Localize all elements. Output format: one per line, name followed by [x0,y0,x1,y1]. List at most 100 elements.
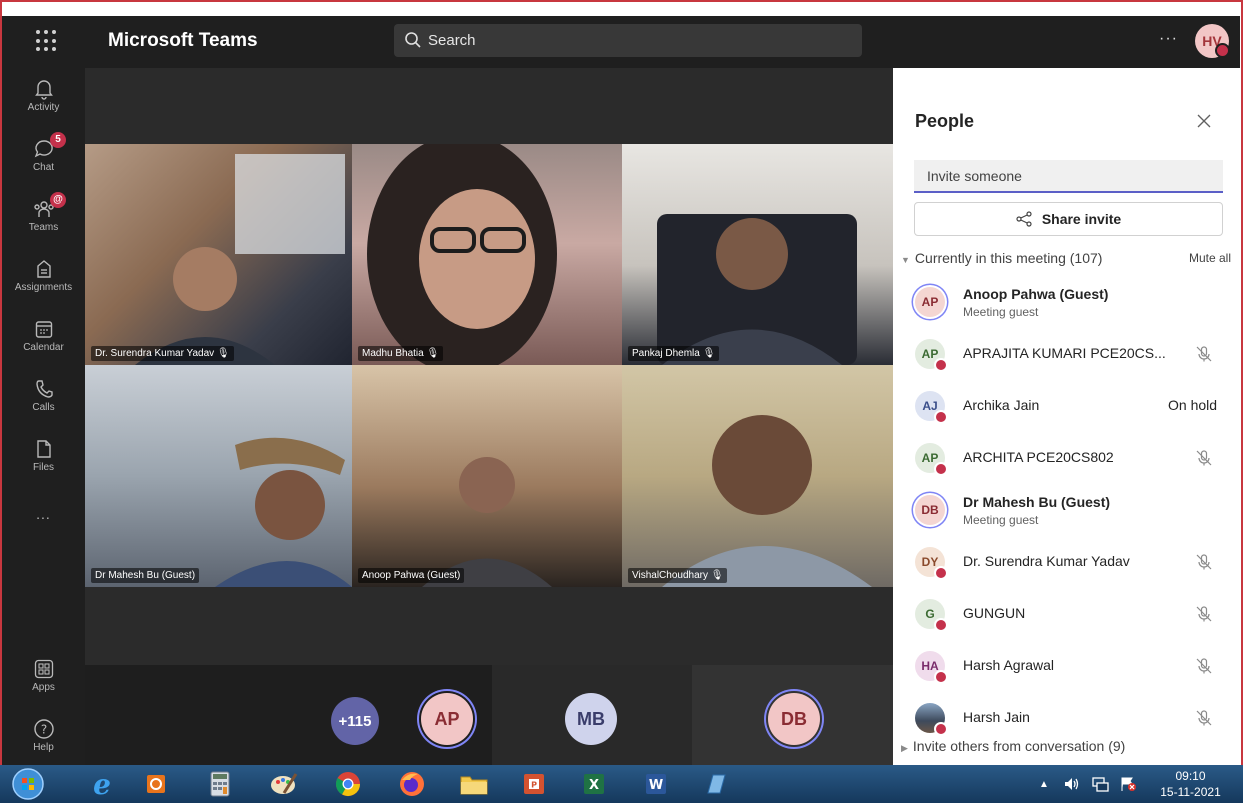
participant-name-label: Anoop Pahwa (Guest) [358,568,465,583]
participant-row[interactable]: AP APRAJITA KUMARI PCE20CS... [893,328,1240,380]
apps-icon [34,659,53,679]
chrome-icon [335,772,360,797]
tray-volume[interactable] [1058,768,1086,800]
participant-name: Harsh Agrawal [963,657,1055,673]
participant-row[interactable]: G GUNGUN [893,588,1240,640]
participant-video [135,154,345,365]
participant-row[interactable]: DB Dr Mahesh Bu (Guest) Meeting guest [893,484,1240,536]
taskbar-word[interactable]: W [634,768,678,800]
participant-row[interactable]: AJ Archika Jain On hold [893,380,1240,432]
taskbar-firefox[interactable] [390,768,434,800]
participant-avatar-db[interactable]: DB [768,693,820,745]
rail-label: Help [33,742,54,753]
taskbar-outlook[interactable] [134,768,178,800]
tray-network[interactable] [1086,768,1114,800]
tray-action-center[interactable] [1114,768,1142,800]
powerpoint-icon: P [524,774,544,794]
network-icon [1092,777,1109,792]
participant-row[interactable]: DY Dr. Surendra Kumar Yadav [893,536,1240,588]
clock-date: 15-11-2021 [1160,785,1221,799]
mute-all-button[interactable]: Mute all [1189,251,1231,265]
rail-item-help[interactable]: ? Help [2,718,85,753]
taskbar: e P X W ▲ 09:10 15-11-2021 [0,765,1243,803]
invite-input[interactable] [914,160,1223,193]
video-tile[interactable]: Pankaj Dhemla 🎙︎ [622,144,893,365]
participant-role: Meeting guest [963,513,1039,527]
chat-badge: 5 [50,132,66,148]
participant-avatar: AP [915,287,945,317]
rail-item-assignments[interactable]: Assignments [2,258,85,293]
taskbar-paint[interactable] [262,768,306,800]
invite-from-conversation[interactable]: ▶ Invite others from conversation (9) [901,738,1125,754]
participant-avatar: G [915,599,948,632]
rail-item-calls[interactable]: Calls [2,378,85,413]
more-icon: ... [36,506,51,522]
start-button[interactable] [6,768,50,800]
tray-show-hidden[interactable]: ▲ [1030,768,1058,800]
taskbar-internet-explorer[interactable]: e [80,768,124,800]
strip-cell: MB [492,665,692,765]
taskbar-calculator[interactable] [198,768,242,800]
mic-off-icon [1196,450,1212,466]
phone-icon [35,380,53,398]
rail-item-activity[interactable]: Activity [2,78,85,113]
taskbar-app[interactable] [694,768,738,800]
taskbar-excel[interactable]: X [572,768,616,800]
participant-name: APRAJITA KUMARI PCE20CS... [963,345,1166,361]
presence-busy-icon [934,670,948,684]
participant-name: Dr. Surendra Kumar Yadav [963,553,1130,569]
share-invite-label: Share invite [1041,211,1122,227]
panel-title: People [915,111,975,131]
app-launcher-icon[interactable] [36,30,58,52]
rail-item-files[interactable]: Files [2,438,85,473]
search-placeholder: Search [428,32,476,49]
video-tile[interactable]: Dr Mahesh Bu (Guest) [85,365,352,587]
taskbar-file-explorer[interactable] [452,768,496,800]
rail-item-apps[interactable]: Apps [2,658,85,693]
video-tile[interactable]: Madhu Bhatia 🎙︎ [352,144,622,365]
presence-busy-icon [934,722,948,736]
taskbar-chrome[interactable] [326,768,370,800]
search-box[interactable]: Search [394,24,862,57]
search-icon [405,32,421,48]
rail-label: Activity [27,102,60,113]
participant-row[interactable]: HA Harsh Agrawal [893,640,1240,692]
participant-row[interactable]: AP Anoop Pahwa (Guest) Meeting guest [893,276,1240,328]
section-label: Currently in this meeting (107) [914,250,1103,266]
system-clock[interactable]: 09:10 15-11-2021 [1148,768,1233,800]
more-options-button[interactable]: ··· [1159,30,1178,48]
share-invite-button[interactable]: Share invite [914,202,1223,236]
top-bar: Microsoft Teams Search ··· HV [2,16,1240,68]
video-tile[interactable]: Dr. Surendra Kumar Yadav 🎙︎ [85,144,352,365]
participant-avatar-ap[interactable]: AP [421,693,473,745]
participant-name: Dr Mahesh Bu (Guest) [963,494,1111,510]
people-panel: People Share invite ▼ Currently in this m… [893,68,1240,765]
folder-icon [460,776,488,795]
rail-item-teams[interactable]: Teams @ [2,192,85,233]
participant-row[interactable]: Harsh Jain [893,692,1240,744]
in-meeting-section-header[interactable]: ▼ Currently in this meeting (107) Mute al… [901,250,1231,270]
participant-name: GUNGUN [963,605,1026,621]
user-avatar[interactable]: HV [1195,24,1230,58]
svg-text:P: P [531,781,537,790]
taskbar-powerpoint[interactable]: P [512,768,556,800]
internet-explorer-icon: e [93,770,111,798]
mic-off-icon [1196,554,1212,570]
participant-avatar: AP [915,443,948,476]
share-icon [1016,211,1032,227]
svg-text:e: e [93,770,111,798]
rail-item-calendar[interactable]: Calendar [2,318,85,353]
participant-avatar: HA [915,651,948,684]
video-tile[interactable]: Anoop Pahwa (Guest) [352,365,622,587]
presence-busy-icon [1215,43,1230,58]
close-icon[interactable] [1196,113,1212,129]
participant-avatar-mb[interactable]: MB [565,693,617,745]
overflow-count[interactable]: +115 [331,697,379,745]
rail-item-chat[interactable]: Chat 5 [2,132,85,173]
chevron-up-icon: ▲ [1039,778,1049,790]
mic-off-icon [1196,658,1212,674]
participant-row[interactable]: AP ARCHITA PCE20CS802 [893,432,1240,484]
video-tile[interactable]: VishalChoudhary 🎙︎ [622,365,893,587]
rail-item-more[interactable]: ... [2,506,85,522]
chevron-right-icon: ▶ [901,743,908,753]
